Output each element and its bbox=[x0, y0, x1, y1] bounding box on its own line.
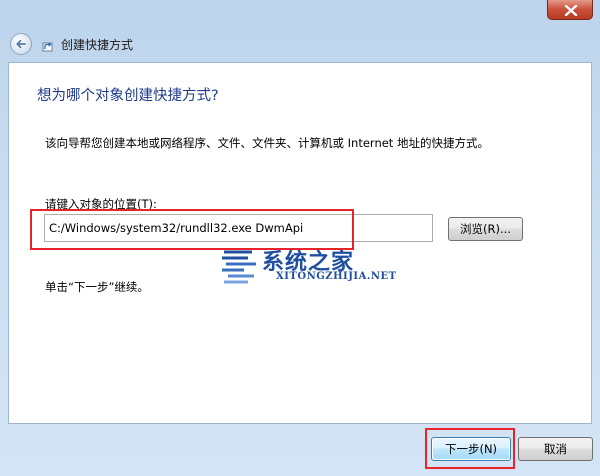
cancel-button[interactable]: 取消 bbox=[518, 437, 593, 461]
location-label: 请键入对象的位置(T): bbox=[45, 197, 157, 211]
continue-hint: 单击“下一步”继续。 bbox=[45, 280, 149, 294]
watermark-logo-icon bbox=[222, 250, 256, 284]
browse-button[interactable]: 浏览(R)... bbox=[448, 217, 523, 241]
next-button[interactable]: 下一步(N) bbox=[431, 437, 511, 461]
window-title: 创建快捷方式 bbox=[61, 38, 134, 52]
wizard-description: 该向导帮您创建本地或网络程序、文件、文件夹、计算机或 Internet 地址的快… bbox=[45, 136, 489, 150]
watermark-subtitle: XITONGZHIJIA.NET bbox=[276, 271, 397, 282]
content-panel bbox=[8, 62, 592, 424]
close-icon bbox=[564, 5, 578, 16]
back-arrow-icon bbox=[16, 39, 26, 49]
back-button[interactable] bbox=[10, 33, 32, 55]
page-heading: 想为哪个对象创建快捷方式? bbox=[37, 88, 219, 104]
watermark: 系统之家 XITONGZHIJIA.NET bbox=[214, 244, 404, 290]
shortcut-wizard-icon bbox=[42, 42, 53, 52]
location-input[interactable] bbox=[44, 214, 433, 242]
close-button[interactable] bbox=[547, 0, 593, 20]
